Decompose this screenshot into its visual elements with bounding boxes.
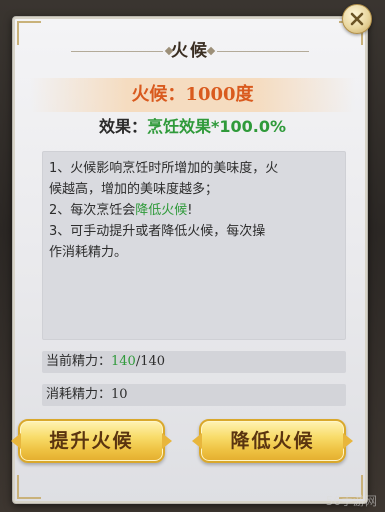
title-divider [217,51,309,52]
effect-value: 烹饪效果*100.0% [147,117,287,136]
description-line: 2、每次烹饪会降低火候! [49,200,339,221]
current-energy-row: 当前精力：140/140 [42,351,346,373]
lower-heat-label: 降低火候 [230,430,315,452]
raise-heat-button[interactable]: 提升火候 [11,419,172,463]
lower-heat-button[interactable]: 降低火候 [192,419,353,463]
description-line: 候越高，增加的美味度越多； [49,182,219,197]
effect-label: 效果： [98,117,147,136]
dialog-title-row: 火候 [13,39,367,63]
description-text: ! [187,203,193,218]
dialog-title: 火候 [171,41,209,61]
description-highlight: 降低火候 [135,203,188,218]
description-line: 作消耗精力。 [49,245,128,260]
heat-value: 火候：1000度 [131,84,254,105]
heat-band: 火候：1000度 [30,78,355,112]
close-x-icon [350,12,364,26]
max-energy-value: /140 [135,354,166,369]
corner-ornament [17,475,41,499]
energy-cost-label: 消耗精力： [46,387,112,402]
description-box: 1、火候影响烹饪时所增加的美味度，火 候越高，增加的美味度越多； 2、每次烹饪会… [42,151,346,340]
description-line: 3、可手动提升或者降低火候，每次操 [49,224,266,239]
current-energy-label: 当前精力： [46,354,112,369]
energy-cost-row: 消耗精力：10 [42,384,346,406]
energy-cost-value: 10 [111,387,128,402]
description-text: 2、每次烹饪会 [49,203,136,218]
close-button[interactable] [342,4,372,34]
title-divider [71,51,163,52]
effect-row: 效果：烹饪效果*100.0% [0,116,385,138]
current-energy-value: 140 [111,354,136,369]
description-line: 1、火候影响烹饪时所增加的美味度，火 [49,161,279,176]
raise-heat-label: 提升火候 [49,430,134,452]
watermark: 56手游网 [325,494,377,508]
